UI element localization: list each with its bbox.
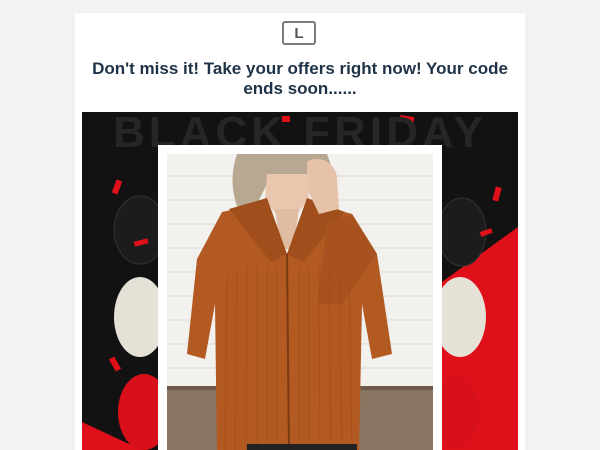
model-in-sweater-photo-icon bbox=[167, 154, 433, 450]
promo-headline: Don't miss it! Take your offers right no… bbox=[92, 59, 508, 98]
confetti bbox=[492, 186, 502, 202]
logo-letter: L bbox=[294, 24, 304, 42]
product-photo-frame bbox=[158, 145, 442, 450]
black-balloon-right bbox=[437, 197, 487, 267]
email-card: L Don't miss it! Take your offers right … bbox=[75, 13, 525, 450]
confetti bbox=[108, 356, 122, 372]
product-photo[interactable] bbox=[167, 154, 433, 450]
brand-logo[interactable]: L bbox=[282, 21, 316, 45]
confetti bbox=[111, 179, 123, 195]
black-friday-banner[interactable]: BLACK FRIDAY bbox=[82, 112, 518, 450]
